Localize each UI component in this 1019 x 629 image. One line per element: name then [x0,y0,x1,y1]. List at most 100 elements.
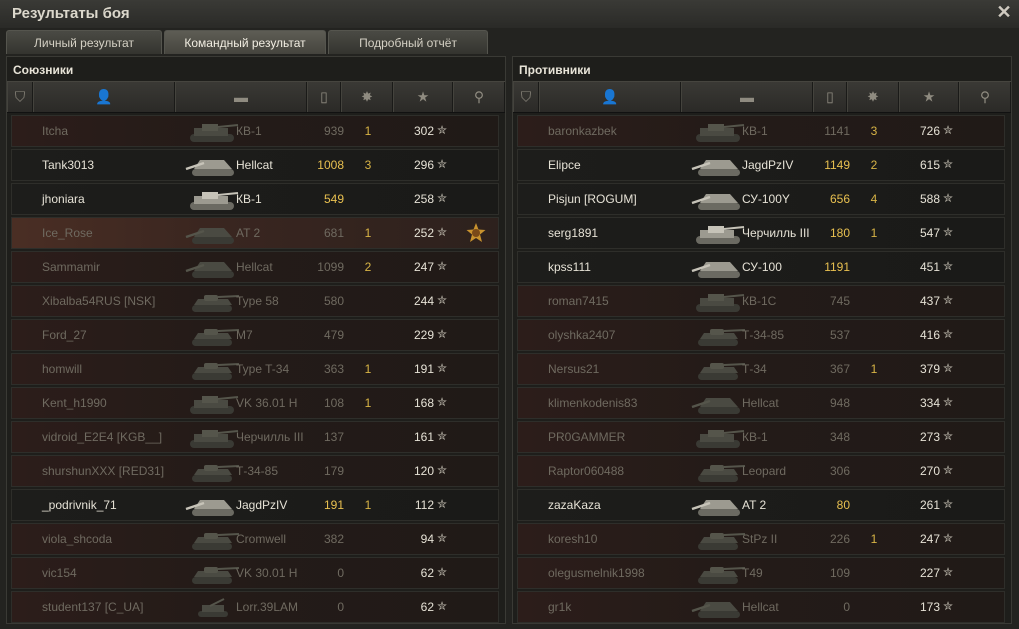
xp-value: 120 [413,464,434,478]
header-col-tank[interactable]: ▬ [681,82,813,112]
star-icon: ✮ [943,225,954,239]
close-icon[interactable]: ✕ [995,3,1013,21]
header-col-kills[interactable]: ✸ [847,82,899,112]
player-row[interactable]: homwill Type T-34 363 1 191 ✮ [11,353,499,385]
kills-value: 1 [870,532,878,546]
header-col-tank[interactable]: ▬ [175,82,307,112]
player-name: baronkazbek [548,124,617,138]
player-row[interactable]: gr1k Hellcat 0 173 ✮ [517,591,1005,623]
medal-icon: ⚲ [979,88,991,105]
header-col-damage[interactable]: ▯ [307,82,341,112]
damage-value: 80 [836,498,850,512]
kills-value: 3 [870,124,878,138]
tank-name: AT 2 [742,498,767,512]
damage-value: 0 [337,566,344,580]
player-row[interactable]: vidroid_E2E4 [KGB__] Черчилль III 137 161 ✮ [11,421,499,453]
tank-name: КВ-1 [236,124,262,138]
damage-value: 745 [829,294,850,308]
tab-personal-result[interactable]: Личный результат [6,30,162,54]
title-bar: Результаты боя ✕ [0,0,1019,28]
tank-icon [184,119,242,145]
player-icon: 👤 [601,88,619,105]
xp-value: 247 [413,260,434,274]
player-row[interactable]: Ford_27 M7 479 229 ✮ [11,319,499,351]
damage-value: 367 [829,362,850,376]
header-col-medal[interactable]: ⚲ [453,82,505,112]
damage-value: 137 [323,430,344,444]
allies-panel: Союзники ⛉ 👤 ▬ ▯ ✸ ★ ⚲ Itcha КВ-1 939 1 302 ✮ Tank30… [6,56,506,624]
xp-value: 62 [420,566,434,580]
player-row[interactable]: Raptor060488 Leopard 306 270 ✮ [517,455,1005,487]
header-col-platoon[interactable]: ⛉ [7,82,33,112]
player-row[interactable]: kpss111 СУ-100 1191 451 ✮ [517,251,1005,283]
player-row[interactable]: olyshka2407 Т-34-85 537 416 ✮ [517,319,1005,351]
header-col-player[interactable]: 👤 [539,82,681,112]
tank-name: КВ-1 [236,192,262,206]
tank-name: Hellcat [236,260,273,274]
tank-icon [690,425,748,451]
player-name: _podrivnik_71 [42,498,117,512]
player-name: Tank3013 [42,158,95,172]
player-name: olegusmelnik1998 [548,566,645,580]
player-row[interactable]: vic154 VK 30.01 H 0 62 ✮ [11,557,499,589]
tank-icon [184,425,242,451]
tank-name: T49 [742,566,763,580]
player-row[interactable]: Kent_h1990 VK 36.01 H 108 1 168 ✮ [11,387,499,419]
xp-value: 62 [420,600,434,614]
enemies-panel: Противники ⛉ 👤 ▬ ▯ ✸ ★ ⚲ baronkazbek КВ-1 1141 3 7… [512,56,1012,624]
player-row[interactable]: klimenkodenis83 Hellcat 948 334 ✮ [517,387,1005,419]
tab-detailed-report[interactable]: Подробный отчёт [328,30,488,54]
player-row[interactable]: Tank3013 Hellcat 1008 3 296 ✮ [11,149,499,181]
tank-name: Lorr.39LAM [236,600,299,614]
player-row[interactable]: Pisjun [ROGUM] СУ-100Y 656 4 588 ✮ [517,183,1005,215]
medal-icon [466,223,486,243]
player-row[interactable]: zazaKaza AT 2 80 261 ✮ [517,489,1005,521]
player-row[interactable]: Ice_Rose AT 2 681 1 252 ✮ [11,217,499,249]
tank-name: StPz II [742,532,778,546]
tank-icon [690,357,748,383]
player-row[interactable]: shurshunXXX [RED31] Т-34-85 179 120 ✮ [11,455,499,487]
player-row[interactable]: PR0GAMMER КВ-1 348 273 ✮ [517,421,1005,453]
tank-name: КВ-1 [742,430,768,444]
player-row[interactable]: Elipce JagdPzIV 1149 2 615 ✮ [517,149,1005,181]
xp-value: 726 [919,124,940,138]
header-col-xp-sort[interactable]: ★ [899,82,959,112]
header-col-player[interactable]: 👤 [33,82,175,112]
player-icon: 👤 [95,88,113,105]
player-row[interactable]: koresh10 StPz II 226 1 247 ✮ [517,523,1005,555]
damage-value: 1149 [824,158,850,172]
xp-value: 270 [919,464,940,478]
player-row[interactable]: Nersus21 Т-34 367 1 379 ✮ [517,353,1005,385]
tab-team-result[interactable]: Командный результат [164,30,326,54]
player-row[interactable]: roman7415 КВ-1С 745 437 ✮ [517,285,1005,317]
header-col-damage[interactable]: ▯ [813,82,847,112]
player-name: olyshka2407 [548,328,616,342]
player-row[interactable]: _podrivnik_71 JagdPzIV 191 1 112 ✮ [11,489,499,521]
player-row[interactable]: Sammamir Hellcat 1099 2 247 ✮ [11,251,499,283]
header-col-platoon[interactable]: ⛉ [513,82,539,112]
xp-sort-icon: ★ [922,88,936,105]
star-icon: ✮ [437,565,448,579]
tank-icon [690,527,748,553]
tank-name: Type T-34 [236,362,290,376]
damage-value: 0 [843,600,850,614]
header-col-kills[interactable]: ✸ [341,82,393,112]
tank-name: Cromwell [236,532,287,546]
xp-value: 94 [420,532,434,546]
tank-name: Hellcat [742,396,779,410]
tank-icon [184,391,242,417]
player-name: Ice_Rose [42,226,93,240]
player-row[interactable]: baronkazbek КВ-1 1141 3 726 ✮ [517,115,1005,147]
player-row[interactable]: serg1891 Черчилль III 180 1 547 ✮ [517,217,1005,249]
player-row[interactable]: Xibalba54RUS [NSK] Type 58 580 244 ✮ [11,285,499,317]
tank-name: JagdPzIV [236,498,288,512]
player-row[interactable]: Itcha КВ-1 939 1 302 ✮ [11,115,499,147]
star-icon: ✮ [437,157,448,171]
header-col-xp-sort[interactable]: ★ [393,82,453,112]
player-row[interactable]: viola_shcoda Cromwell 382 94 ✮ [11,523,499,555]
player-row[interactable]: student137 [C_UA] Lorr.39LAM 0 62 ✮ [11,591,499,623]
player-row[interactable]: olegusmelnik1998 T49 109 227 ✮ [517,557,1005,589]
tank-name: Т-34-85 [236,464,279,478]
player-row[interactable]: jhoniara КВ-1 549 258 ✮ [11,183,499,215]
header-col-medal[interactable]: ⚲ [959,82,1011,112]
